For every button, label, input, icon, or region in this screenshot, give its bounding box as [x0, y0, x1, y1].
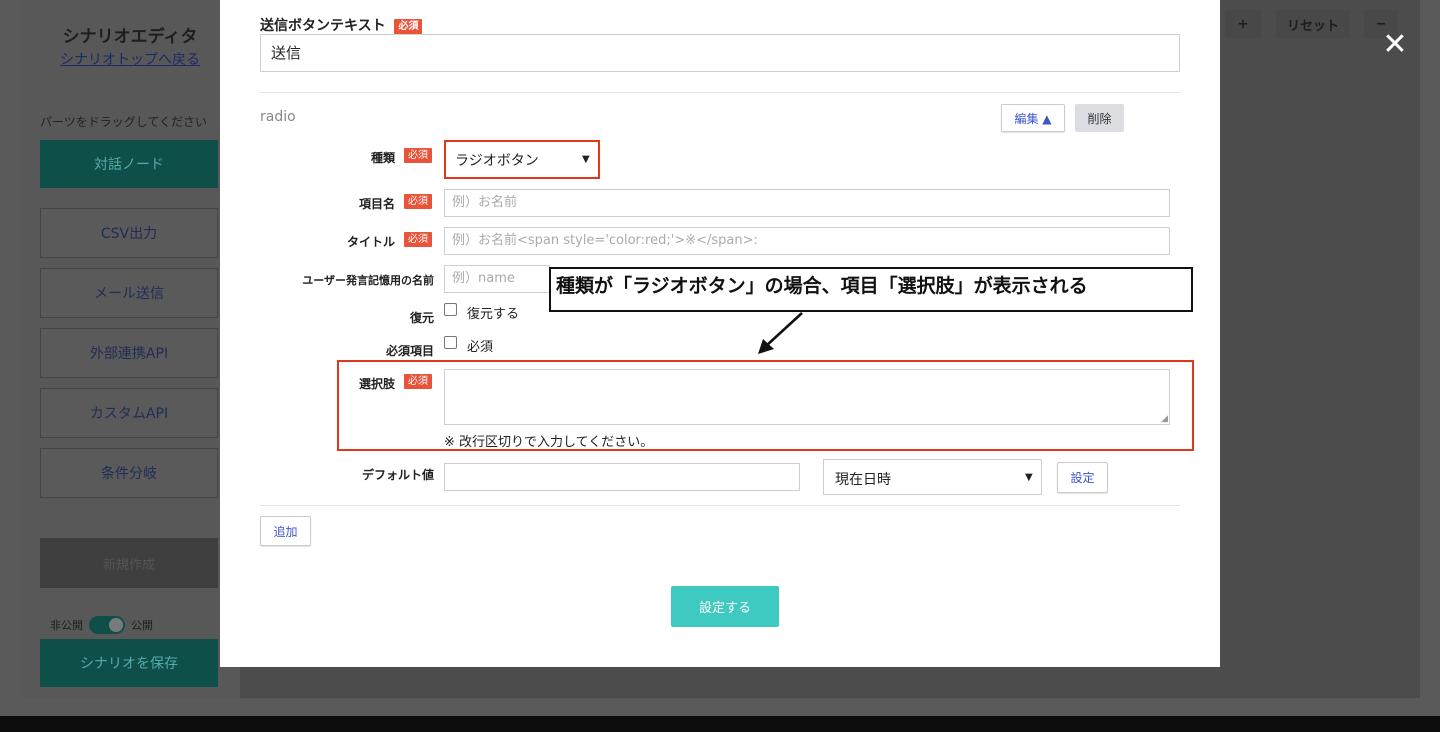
annotation-callout: 種類が「ラジオボタン」の場合、項目「選択肢」が表示される — [549, 267, 1193, 312]
choices-textarea[interactable]: ◢ — [444, 369, 1170, 425]
dialog-node-part: 対話ノード — [40, 140, 218, 188]
toggle-on-label: 公開 — [131, 619, 153, 632]
resize-handle-icon[interactable]: ◢ — [1161, 415, 1168, 424]
memory-name-input[interactable]: 例）name — [444, 265, 550, 293]
part-custom-api: カスタムAPI — [40, 388, 218, 438]
publish-toggle-row: 非公開 公開 — [50, 616, 153, 634]
zoom-in-button: + — [1225, 10, 1261, 38]
part-condition-branch: 条件分岐 — [40, 448, 218, 498]
required-checkbox[interactable] — [444, 336, 457, 349]
default-value-set-button[interactable]: 設定 — [1057, 462, 1108, 493]
divider — [260, 92, 1180, 93]
required-checkbox-label: 必須 — [467, 340, 494, 355]
title-input[interactable]: 例）お名前<span style='color:red;'>※</span>: — [444, 227, 1170, 255]
required-badge: 必須 — [404, 194, 432, 209]
chevron-down-icon: ▼ — [1025, 472, 1033, 483]
choices-note: ※ 改行区切りで入力してください。 — [444, 435, 654, 450]
bottom-bar — [0, 716, 1440, 732]
default-value-select[interactable]: 現在日時 ▼ — [823, 459, 1042, 495]
chevron-down-icon: ▼ — [582, 154, 590, 165]
part-mail-send: メール送信 — [40, 268, 218, 318]
memory-name-label: ユーザー発言記憶用の名前 — [302, 274, 434, 287]
submit-text-input[interactable]: 送信 — [260, 34, 1180, 72]
required-badge: 必須 — [404, 232, 432, 247]
submit-text-label: 送信ボタンテキスト — [260, 18, 386, 34]
part-csv-export: CSV出力 — [40, 208, 218, 258]
kind-select-value: ラジオボタン — [455, 153, 539, 169]
back-to-top-link: シナリオトップへ戻る — [60, 52, 200, 68]
restore-checkbox[interactable] — [444, 303, 457, 316]
edit-button[interactable]: 編集 ▲ — [1001, 104, 1065, 132]
delete-button[interactable]: 削除 — [1075, 104, 1124, 132]
submit-settings-button[interactable]: 設定する — [671, 586, 779, 627]
divider — [260, 505, 1180, 506]
reset-button: リセット — [1276, 10, 1350, 38]
kind-label: 種類 — [370, 151, 395, 165]
default-value-input[interactable] — [444, 463, 800, 491]
default-value-label: デフォルト値 — [361, 468, 434, 482]
restore-label: 復元 — [409, 311, 434, 325]
add-button[interactable]: 追加 — [260, 516, 311, 546]
required-badge: 必須 — [404, 374, 432, 389]
required-badge: 必須 — [404, 148, 432, 163]
part-external-api: 外部連携API — [40, 328, 218, 378]
drag-hint: パーツをドラッグしてください — [40, 115, 208, 129]
item-name-input[interactable]: 例）お名前 — [444, 189, 1170, 217]
close-icon[interactable]: ✕ — [1380, 30, 1410, 60]
editor-title: シナリオエディタ — [62, 27, 198, 47]
item-type-name: radio — [260, 109, 296, 125]
default-value-select-value: 現在日時 — [835, 472, 891, 488]
restore-checkbox-label: 復元する — [467, 307, 520, 322]
settings-modal: 送信ボタンテキスト 必須 送信 radio 編集 ▲ 削除 種類 必須 ラジオボ… — [220, 0, 1220, 667]
item-name-label: 項目名 — [358, 197, 395, 211]
annotation-arrow-icon — [758, 312, 803, 354]
publish-toggle — [89, 616, 125, 634]
new-button: 新規作成 — [40, 538, 218, 588]
required-item-label: 必須項目 — [385, 344, 434, 358]
kind-select[interactable]: ラジオボタン ▼ — [448, 144, 596, 175]
submit-text-label-row: 送信ボタンテキスト 必須 — [260, 15, 423, 35]
choices-label: 選択肢 — [358, 377, 395, 391]
save-scenario-button: シナリオを保存 — [40, 639, 218, 687]
required-badge: 必須 — [394, 18, 423, 34]
title-label: タイトル — [346, 235, 395, 249]
toggle-off-label: 非公開 — [50, 619, 83, 632]
